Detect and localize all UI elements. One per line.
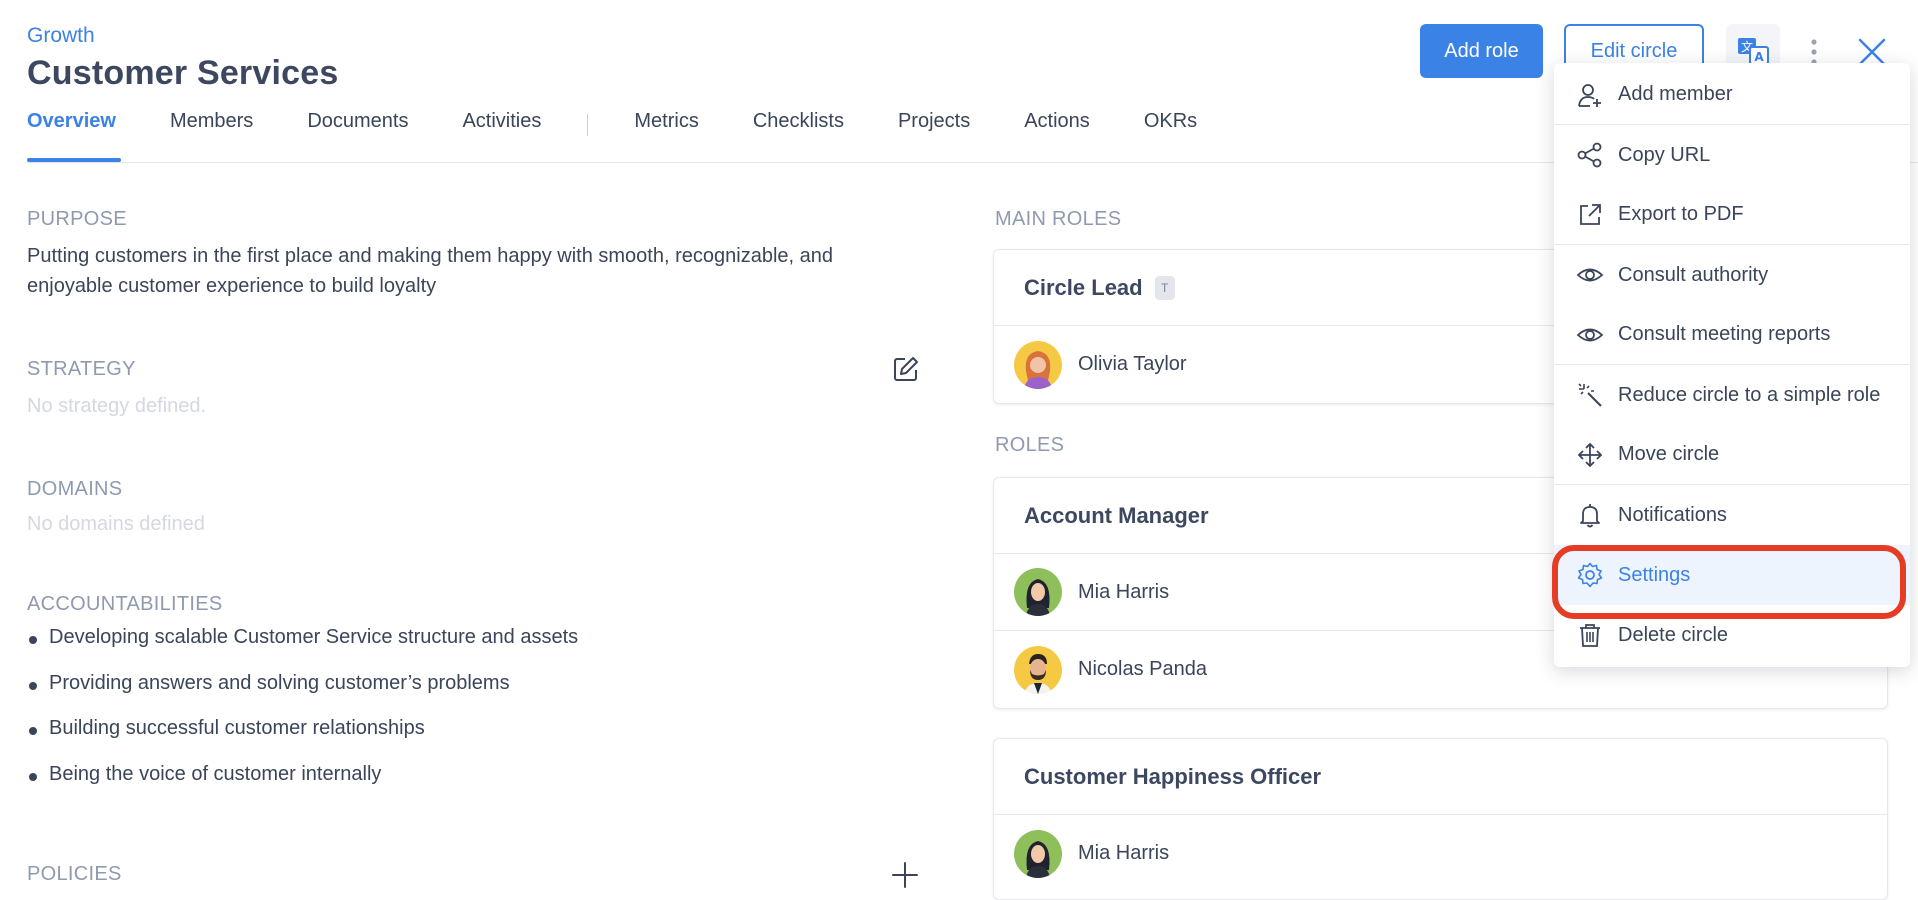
menu-item-label: Move circle (1618, 443, 1720, 465)
bell-icon (1580, 504, 1600, 528)
menu-item-move-circle[interactable]: Move circle (1554, 425, 1910, 485)
tab-members[interactable]: Members (170, 108, 253, 162)
accountabilities-label: ACCOUNTABILITIES (27, 593, 223, 615)
menu-item-label: Settings (1618, 563, 1691, 586)
menu-item-notifications[interactable]: Notifications (1554, 485, 1910, 545)
policies-label: POLICIES (27, 863, 122, 885)
main-roles-label: MAIN ROLES (995, 208, 1122, 230)
bullet (29, 681, 37, 690)
add-role-button[interactable]: Add role (1420, 24, 1543, 78)
menu-item-consult-meeting-reports[interactable]: Consult meeting reports (1554, 305, 1910, 365)
tab-activities[interactable]: Activities (462, 108, 541, 162)
bullet (29, 636, 37, 644)
eye-icon (1576, 268, 1604, 282)
svg-text:A: A (1754, 50, 1764, 64)
page-title: Customer Services (27, 54, 339, 92)
member-name: Olivia Taylor (1078, 353, 1187, 375)
strategy-empty-text: No strategy defined. (27, 395, 206, 417)
domains-label: DOMAINS (27, 478, 123, 500)
menu-item-copy-url[interactable]: Copy URL (1554, 125, 1910, 185)
menu-item-add-member[interactable]: Add member (1554, 65, 1910, 125)
menu-item-delete-circle[interactable]: Delete circle (1554, 605, 1910, 665)
role-card-header[interactable]: Customer Happiness Officer (994, 739, 1887, 815)
gear-icon (1577, 562, 1603, 588)
avatar (1014, 568, 1062, 616)
menu-item-label: Reduce circle to a simple role (1618, 383, 1881, 406)
edit-icon (894, 357, 918, 381)
bullet (29, 772, 37, 781)
bullet (29, 727, 37, 735)
menu-item-label: Copy URL (1618, 143, 1711, 166)
tab-documents[interactable]: Documents (307, 108, 408, 162)
tab-actions[interactable]: Actions (1024, 108, 1090, 162)
member-name: Mia Harris (1078, 842, 1170, 864)
share-icon (1577, 142, 1602, 168)
list-item: Providing answers and solving customer’s… (27, 672, 578, 718)
translate-icon: 文 A (1738, 38, 1769, 65)
menu-item-label: Notifications (1618, 503, 1727, 526)
edit-strategy-button[interactable] (892, 355, 920, 383)
breadcrumb[interactable]: Growth (27, 24, 95, 48)
more-vertical-icon (1811, 39, 1817, 65)
tab-okrs[interactable]: OKRs (1144, 108, 1197, 162)
list-item: Being the voice of customer internally (27, 763, 578, 809)
menu-item-label: Add member (1618, 83, 1733, 105)
menu-item-label: Delete circle (1618, 623, 1729, 646)
avatar (1014, 340, 1062, 389)
eye-icon (1576, 328, 1604, 341)
role-badge: T (1154, 275, 1175, 300)
add-user-icon (1578, 83, 1601, 107)
member-name: Nicolas Panda (1078, 658, 1207, 680)
purpose-text-line-1: Putting customers in the first place and… (27, 245, 833, 267)
tab-bar: Overview Members Documents Activities Me… (27, 108, 1251, 162)
external-link-icon (1580, 203, 1601, 225)
plus-icon (892, 862, 918, 888)
menu-item-label: Consult meeting reports (1618, 323, 1831, 345)
tab-metrics[interactable]: Metrics (634, 108, 698, 162)
roles-label: ROLES (995, 434, 1065, 456)
avatar (1014, 829, 1062, 878)
accountabilities-list: Developing scalable Customer Service str… (27, 626, 578, 808)
tab-checklists[interactable]: Checklists (753, 108, 844, 162)
role-title: Circle Lead (1024, 274, 1143, 300)
menu-item-label: Consult authority (1618, 263, 1769, 286)
avatar (1014, 645, 1062, 694)
trash-icon (1580, 624, 1600, 647)
purpose-text-line-2: enjoyable customer experience to build l… (27, 275, 437, 297)
menu-item-consult-authority[interactable]: Consult authority (1554, 245, 1910, 305)
strategy-label: STRATEGY (27, 358, 136, 380)
tab-projects[interactable]: Projects (898, 108, 970, 162)
role-title: Customer Happiness Officer (1024, 763, 1322, 789)
menu-item-settings[interactable]: Settings (1554, 545, 1910, 605)
domains-empty-text: No domains defined (27, 513, 205, 535)
list-item: Building successful customer relationshi… (27, 717, 578, 763)
circle-actions-menu: Add member Copy URL Export to PDF Consul… (1554, 63, 1910, 667)
purpose-label: PURPOSE (27, 208, 127, 230)
magic-wand-icon (1578, 383, 1602, 407)
add-policy-button[interactable] (890, 860, 920, 890)
move-icon (1577, 442, 1603, 467)
member-row[interactable]: Mia Harris (994, 815, 1887, 892)
menu-item-reduce-circle[interactable]: Reduce circle to a simple role (1554, 365, 1910, 425)
tab-separator (587, 114, 589, 136)
tab-overview[interactable]: Overview (27, 108, 121, 162)
member-name: Mia Harris (1078, 580, 1170, 603)
role-title: Account Manager (1024, 502, 1209, 528)
role-card-customer-happiness-officer[interactable]: Customer Happiness Officer Mia Harris (993, 738, 1888, 900)
list-item: Developing scalable Customer Service str… (27, 626, 578, 672)
menu-item-label: Export to PDF (1618, 203, 1744, 225)
menu-item-export-pdf[interactable]: Export to PDF (1554, 185, 1910, 245)
